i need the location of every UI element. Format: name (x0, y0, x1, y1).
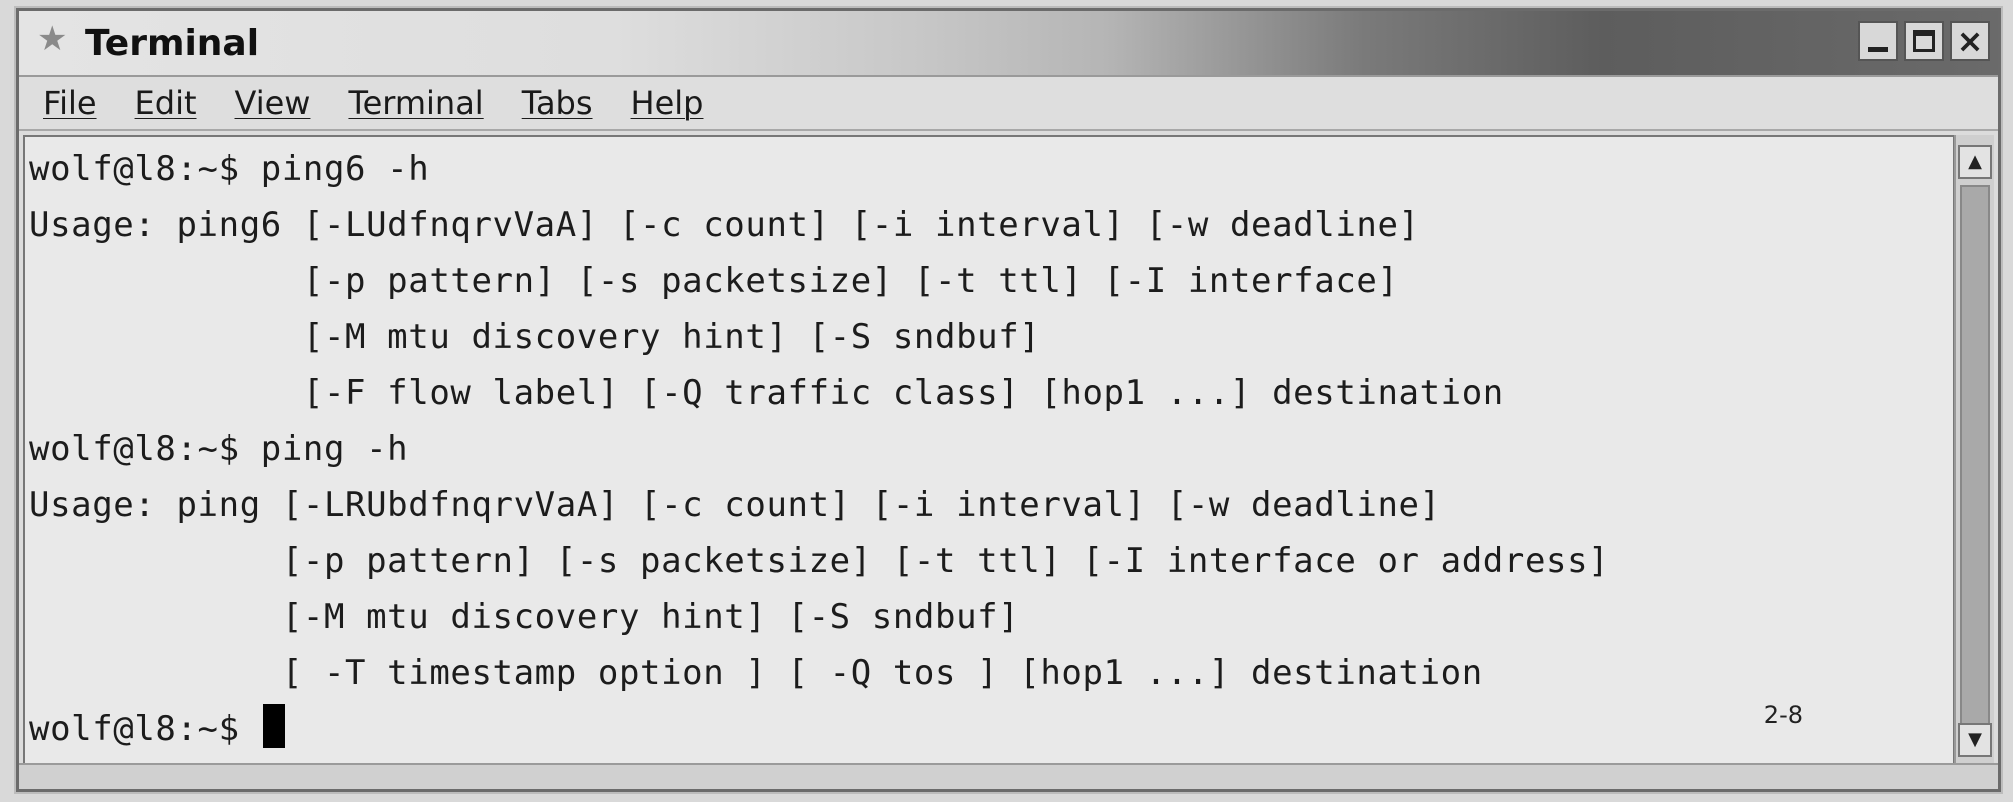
terminal-line: wolf@l8:~$ ping -h (29, 429, 409, 469)
terminal-prompt-line: wolf@l8:~$ (29, 701, 1609, 757)
arrow-down-icon: ▼ (1968, 729, 1982, 750)
close-button[interactable]: × (1950, 21, 1990, 61)
menu-edit[interactable]: Edit (135, 84, 197, 122)
terminal-line: wolf@l8:~$ ping6 -h (29, 149, 430, 189)
window-bottom-edge (19, 763, 1998, 789)
menu-bar: File Edit View Terminal Tabs Help (19, 77, 1998, 131)
terminal-window: ★ Terminal × File Edit View Terminal Tab… (16, 8, 2001, 792)
terminal-line: Usage: ping6 [-LUdfnqrvVaA] [-c count] [… (29, 205, 1420, 245)
status-position: 2-8 (1763, 701, 1803, 729)
title-bar[interactable]: ★ Terminal × (19, 11, 1998, 77)
arrow-up-icon: ▲ (1968, 151, 1982, 172)
terminal-line: Usage: ping [-LRUbdfnqrvVaA] [-c count] … (29, 485, 1441, 525)
menu-help[interactable]: Help (631, 84, 704, 122)
menu-file[interactable]: File (43, 84, 97, 122)
terminal-lines: wolf@l8:~$ ping6 -h Usage: ping6 [-LUdfn… (29, 141, 1609, 757)
terminal-line: [-M mtu discovery hint] [-S sndbuf] (29, 317, 1041, 357)
scroll-up-button[interactable]: ▲ (1958, 145, 1992, 179)
terminal-output[interactable]: wolf@l8:~$ ping6 -h Usage: ping6 [-LUdfn… (23, 135, 1955, 767)
terminal-line: [-p pattern] [-s packetsize] [-t ttl] [-… (29, 541, 1610, 581)
text-cursor (262, 704, 285, 748)
scroll-thumb[interactable] (1960, 185, 1990, 755)
window-controls: × (1858, 21, 1990, 61)
prompt-text: wolf@l8:~$ (29, 709, 261, 749)
menu-terminal[interactable]: Terminal (348, 84, 483, 122)
terminal-line: [-p pattern] [-s packetsize] [-t ttl] [-… (29, 261, 1399, 301)
star-icon: ★ (37, 19, 68, 59)
terminal-line: [ -T timestamp option ] [ -Q tos ] [hop1… (29, 653, 1483, 693)
window-title: Terminal (85, 23, 260, 64)
terminal-line: [-F flow label] [-Q traffic class] [hop1… (29, 373, 1504, 413)
minimize-button[interactable] (1858, 21, 1898, 61)
close-icon: × (1956, 22, 1984, 60)
menu-tabs[interactable]: Tabs (522, 84, 593, 122)
scroll-down-button[interactable]: ▼ (1958, 723, 1992, 757)
maximize-button[interactable] (1904, 21, 1944, 61)
terminal-line: [-M mtu discovery hint] [-S sndbuf] (29, 597, 1020, 637)
vertical-scrollbar[interactable]: ▲ ▼ (1954, 135, 1994, 767)
menu-view[interactable]: View (235, 84, 311, 122)
